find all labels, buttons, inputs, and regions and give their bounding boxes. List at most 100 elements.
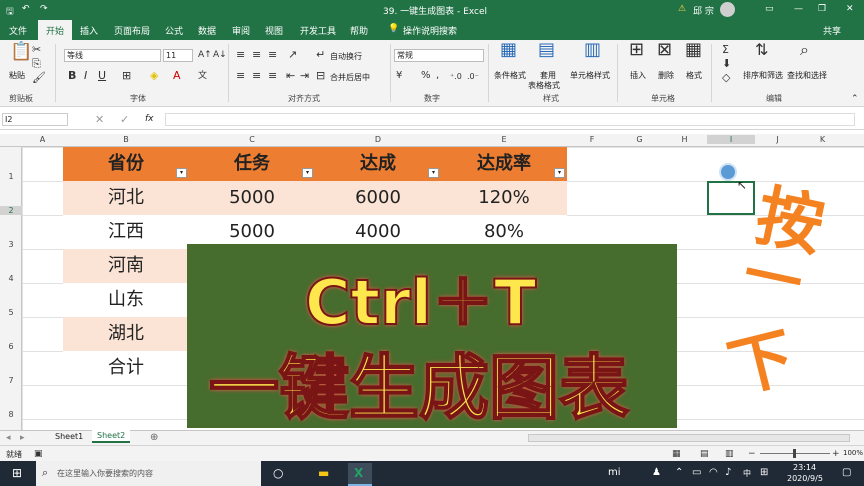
sheet-tab-sheet2[interactable]: Sheet2: [92, 430, 131, 443]
filter-dropdown-icon[interactable]: ▾: [302, 168, 313, 178]
add-sheet-icon[interactable]: ⊕: [150, 432, 158, 444]
indent-increase-icon[interactable]: ⇥: [300, 70, 309, 82]
table-format-line2[interactable]: 表格格式: [528, 80, 560, 91]
column-header[interactable]: D: [315, 135, 441, 144]
table-cell[interactable]: 6000: [315, 181, 441, 215]
minimize-icon[interactable]: —: [794, 4, 803, 14]
page-break-icon[interactable]: ▥: [725, 448, 734, 460]
row-header[interactable]: 3: [0, 240, 22, 249]
sort-filter-button[interactable]: 排序和筛选: [743, 70, 783, 81]
merge-center-icon[interactable]: ⊟: [316, 70, 325, 82]
cell-styles-button[interactable]: 单元格样式: [570, 70, 610, 81]
italic-icon[interactable]: I: [84, 70, 87, 82]
undo-icon[interactable]: ↶: [22, 4, 30, 14]
column-header[interactable]: C: [189, 135, 315, 144]
indent-decrease-icon[interactable]: ⇤: [286, 70, 295, 82]
tell-me-search[interactable]: 操作说明搜索: [403, 24, 457, 37]
enter-icon[interactable]: ✓: [120, 114, 129, 126]
format-cells-button[interactable]: 格式: [686, 70, 702, 81]
ribbon-display-icon[interactable]: ▭: [765, 4, 774, 14]
table-cell[interactable]: 山东: [63, 283, 189, 317]
tab-formulas[interactable]: 公式: [165, 24, 183, 37]
row-header[interactable]: 4: [0, 274, 22, 283]
underline-icon[interactable]: U: [98, 70, 106, 82]
row-header[interactable]: 8: [0, 410, 22, 419]
close-icon[interactable]: ✕: [846, 4, 854, 14]
tray-app-icon[interactable]: mi: [608, 467, 621, 479]
excel-taskbar-icon[interactable]: X: [348, 463, 372, 486]
sort-filter-icon[interactable]: ⇅: [755, 42, 768, 58]
table-cell[interactable]: 5000: [189, 181, 315, 215]
restore-icon[interactable]: ❐: [818, 4, 826, 14]
table-format-icon[interactable]: ▤: [538, 41, 555, 59]
notification-icon[interactable]: ▢: [842, 467, 851, 479]
column-header[interactable]: J: [755, 135, 800, 144]
ime-indicator[interactable]: 中: [743, 468, 751, 479]
normal-view-icon[interactable]: ▦: [672, 448, 681, 460]
increase-decimal-icon[interactable]: ⁺.0: [450, 71, 462, 83]
border-icon[interactable]: ⊞: [122, 70, 131, 82]
decrease-decimal-icon[interactable]: .0⁻: [467, 71, 479, 83]
wifi-icon[interactable]: ◠: [709, 467, 718, 479]
fill-color-icon[interactable]: ◈: [150, 70, 158, 82]
table-cell[interactable]: 河北: [63, 181, 189, 215]
merge-center-button[interactable]: 合并后居中: [330, 72, 370, 83]
clear-icon[interactable]: ◇: [722, 72, 730, 84]
tab-view[interactable]: 视图: [265, 24, 283, 37]
wrap-text-button[interactable]: 自动换行: [330, 51, 362, 62]
table-header-cell[interactable]: 达成 ▾: [315, 147, 441, 181]
table-cell[interactable]: 江西: [63, 215, 189, 249]
wrap-text-icon[interactable]: ↵: [316, 49, 325, 61]
format-painter-icon[interactable]: 🖌: [32, 72, 46, 84]
row-header[interactable]: 6: [0, 342, 22, 351]
insert-cells-button[interactable]: 插入: [630, 70, 646, 81]
column-header[interactable]: I: [707, 135, 755, 144]
avatar[interactable]: [720, 2, 735, 17]
align-center-icon[interactable]: ≡: [252, 70, 261, 82]
percent-icon[interactable]: %: [421, 70, 431, 82]
align-middle-icon[interactable]: ≡: [252, 49, 261, 61]
column-header[interactable]: G: [617, 135, 662, 144]
tab-data[interactable]: 数据: [198, 24, 216, 37]
delete-cells-icon[interactable]: ⊠: [657, 41, 672, 59]
zoom-out-icon[interactable]: −: [748, 448, 756, 460]
table-header-cell[interactable]: 任务 ▾: [189, 147, 315, 181]
prev-sheet-icon[interactable]: ◂: [6, 432, 11, 444]
column-header[interactable]: F: [567, 135, 617, 144]
align-bottom-icon[interactable]: ≡: [268, 49, 277, 61]
phonetic-icon[interactable]: 文: [198, 70, 207, 82]
taskbar-search-box[interactable]: ⌕ 在这里输入你要搜索的内容: [36, 461, 261, 486]
zoom-in-icon[interactable]: +: [832, 448, 840, 460]
filter-dropdown-icon[interactable]: ▾: [428, 168, 439, 178]
column-header[interactable]: K: [800, 135, 845, 144]
orientation-icon[interactable]: ↗: [288, 49, 297, 61]
macro-record-icon[interactable]: ▣: [34, 448, 43, 460]
clock-date[interactable]: 2020/9/5: [787, 474, 823, 483]
tab-review[interactable]: 审阅: [232, 24, 250, 37]
network-icon[interactable]: ▭: [692, 467, 701, 479]
ime-mode-icon[interactable]: ⊞: [760, 467, 768, 479]
zoom-slider-thumb[interactable]: [793, 449, 796, 458]
filter-dropdown-icon[interactable]: ▾: [554, 168, 565, 178]
column-header[interactable]: E: [441, 135, 567, 144]
cut-icon[interactable]: ✂: [32, 44, 41, 56]
cell-styles-icon[interactable]: ▥: [584, 41, 601, 59]
comma-icon[interactable]: ,: [436, 70, 439, 82]
table-cell[interactable]: 合计: [63, 351, 189, 385]
number-format-select[interactable]: 常规: [394, 49, 484, 62]
align-left-icon[interactable]: ≡: [236, 70, 245, 82]
zoom-level[interactable]: 100%: [843, 449, 863, 457]
task-view-icon[interactable]: ○: [273, 467, 283, 479]
paste-icon[interactable]: 📋: [10, 43, 32, 61]
table-header-cell[interactable]: 达成率 ▾: [441, 147, 567, 181]
share-button[interactable]: 共享: [823, 24, 841, 37]
tab-home[interactable]: 开始: [38, 20, 73, 40]
table-cell[interactable]: 湖北: [63, 317, 189, 351]
row-header[interactable]: 7: [0, 376, 22, 385]
autosum-icon[interactable]: Σ: [722, 44, 729, 56]
currency-icon[interactable]: ¥: [396, 70, 402, 82]
conditional-format-button[interactable]: 条件格式: [494, 70, 526, 81]
sheet-tab-sheet1[interactable]: Sheet1: [50, 432, 88, 441]
decrease-font-icon[interactable]: A↓: [213, 49, 227, 61]
clock-time[interactable]: 23:14: [793, 463, 816, 472]
